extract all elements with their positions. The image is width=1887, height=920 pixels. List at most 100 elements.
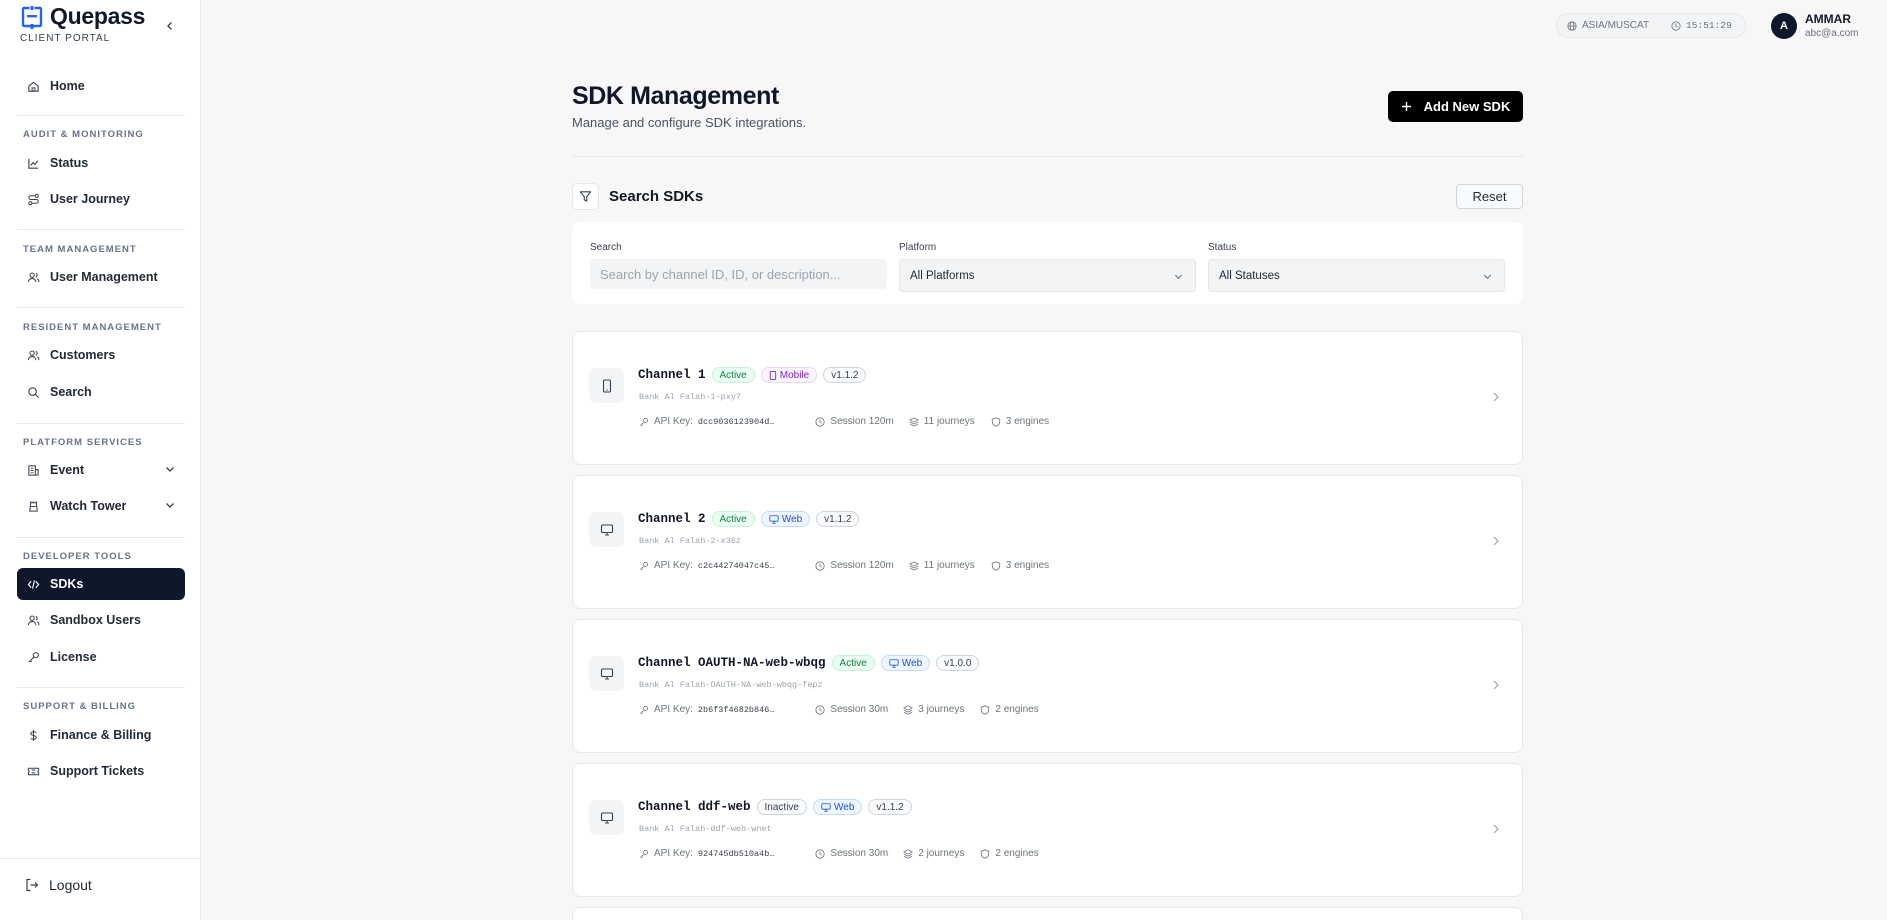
engines: 3 engines bbox=[991, 416, 1049, 427]
monitor-icon bbox=[889, 658, 899, 668]
sdk-card[interactable]: Channel 2 Active Web v1.1.2 Bank Al Fala… bbox=[572, 475, 1523, 609]
sidebar-item-customers[interactable]: Customers bbox=[17, 339, 185, 371]
add-new-sdk-button[interactable]: Add New SDK bbox=[1388, 91, 1523, 122]
session-label: Session 30m bbox=[830, 848, 889, 859]
filters-title: Search SDKs bbox=[609, 188, 704, 205]
monitor-icon bbox=[589, 512, 624, 547]
divider bbox=[17, 229, 185, 230]
ticket-icon bbox=[27, 765, 40, 778]
search-input[interactable] bbox=[590, 259, 887, 289]
platform-select-value: All Platforms bbox=[910, 269, 975, 282]
divider bbox=[0, 858, 201, 859]
divider bbox=[17, 307, 185, 308]
quepass-logo-icon bbox=[20, 4, 44, 29]
divider bbox=[17, 687, 185, 688]
api-key-label: API Key: bbox=[654, 416, 693, 427]
platform-badge: Web bbox=[760, 511, 811, 527]
sidebar-item-label: Search bbox=[50, 385, 92, 399]
users-icon bbox=[27, 614, 40, 627]
layers-icon bbox=[908, 416, 919, 427]
chevron-down-icon bbox=[1483, 272, 1492, 281]
sidebar-item-watch-tower[interactable]: Watch Tower bbox=[17, 490, 185, 522]
section-label-resident: RESIDENT MANAGEMENT bbox=[23, 322, 162, 333]
sidebar-item-finance-billing[interactable]: Finance & Billing bbox=[17, 719, 185, 751]
sidebar-item-sandbox-users[interactable]: Sandbox Users bbox=[17, 604, 185, 636]
monitor-icon bbox=[769, 514, 779, 524]
page-subtitle: Manage and configure SDK integrations. bbox=[572, 115, 807, 130]
brand-subtitle: CLIENT PORTAL bbox=[20, 33, 111, 44]
sidebar-item-user-journey[interactable]: User Journey bbox=[17, 183, 185, 215]
sidebar-item-support-tickets[interactable]: Support Tickets bbox=[17, 755, 185, 787]
engines-label: 3 engines bbox=[1005, 416, 1050, 427]
avatar: A bbox=[1771, 12, 1797, 39]
plus-icon bbox=[1401, 101, 1412, 112]
user-menu[interactable]: A AMMAR abc@a.com bbox=[1771, 12, 1859, 39]
sdk-card[interactable]: Channel 1 Active Mobile v1.1.2 Bank Al F… bbox=[572, 331, 1523, 465]
sdk-card-partial[interactable] bbox=[572, 907, 1523, 920]
engines: 3 engines bbox=[991, 560, 1049, 571]
add-new-sdk-label: Add New SDK bbox=[1423, 99, 1511, 114]
status-select[interactable]: All Statuses bbox=[1208, 259, 1505, 292]
sdk-meta: API Key: 924745db510a4b… Session 30m 2 jo… bbox=[639, 848, 1039, 859]
sidebar-item-event[interactable]: Event bbox=[17, 454, 185, 486]
platform-select[interactable]: All Platforms bbox=[899, 259, 1196, 292]
session: Session 30m bbox=[815, 848, 888, 859]
sidebar-item-search[interactable]: Search bbox=[17, 376, 185, 408]
version-badge: v1.1.2 bbox=[868, 799, 912, 815]
sidebar: Quepass CLIENT PORTAL Home AUDIT & MONIT… bbox=[0, 0, 201, 920]
dollar-icon bbox=[27, 729, 40, 742]
status-badge: Active bbox=[711, 511, 755, 527]
journeys-label: 11 journeys bbox=[923, 416, 975, 427]
logout-button[interactable]: Logout bbox=[25, 877, 92, 893]
chevron-down-icon bbox=[165, 500, 175, 510]
time-label: 15:51:29 bbox=[1686, 20, 1732, 31]
clock: 15:51:29 bbox=[1671, 20, 1732, 31]
divider bbox=[572, 156, 1523, 157]
sdk-name: Channel OAUTH-NA-web-wbqg bbox=[638, 656, 826, 670]
sdk-card[interactable]: Channel ddf-web Inactive Web v1.1.2 Bank… bbox=[572, 763, 1523, 897]
sdk-name: Channel ddf-web bbox=[638, 800, 751, 814]
sidebar-item-user-management[interactable]: User Management bbox=[17, 261, 185, 293]
key-icon bbox=[639, 849, 649, 858]
shield-icon bbox=[991, 560, 1000, 571]
sidebar-item-sdks[interactable]: SDKs bbox=[17, 568, 185, 600]
sidebar-item-label: User Management bbox=[50, 270, 158, 284]
layers-icon bbox=[903, 848, 914, 859]
clock-icon bbox=[815, 560, 826, 571]
shield-icon bbox=[991, 416, 1000, 427]
sidebar-item-label: Status bbox=[50, 156, 89, 170]
api-key: API Key: dcc9036123904d… bbox=[639, 416, 774, 427]
sidebar-item-status[interactable]: Status bbox=[17, 147, 185, 179]
sdk-card[interactable]: Channel OAUTH-NA-web-wbqg Active Web v1.… bbox=[572, 619, 1523, 753]
platform-badge-label: Mobile bbox=[779, 369, 810, 381]
search-label: Search bbox=[590, 242, 622, 253]
key-icon bbox=[639, 561, 649, 570]
platform-badge: Web bbox=[880, 655, 931, 671]
monitor-icon bbox=[589, 656, 624, 691]
version-badge: v1.0.0 bbox=[936, 655, 980, 671]
api-key-label: API Key: bbox=[654, 560, 693, 571]
sidebar-item-label: Customers bbox=[50, 348, 116, 362]
sidebar-item-label: User Journey bbox=[50, 192, 130, 206]
platform-badge-label: Web bbox=[781, 513, 803, 525]
divider bbox=[17, 115, 185, 116]
api-key-value: 2b6f3f4682b846… bbox=[697, 704, 775, 715]
reset-button[interactable]: Reset bbox=[1456, 184, 1523, 209]
sidebar-item-label: Watch Tower bbox=[50, 499, 127, 513]
chevron-right-icon bbox=[1492, 824, 1500, 834]
platform-badge-label: Web bbox=[901, 657, 923, 669]
session: Session 30m bbox=[815, 704, 888, 715]
api-key-value: 924745db510a4b… bbox=[697, 848, 775, 859]
users-icon bbox=[27, 349, 40, 362]
sidebar-item-home[interactable]: Home bbox=[17, 70, 185, 102]
clock-icon bbox=[815, 704, 826, 715]
sidebar-item-license[interactable]: License bbox=[17, 641, 185, 673]
building-icon bbox=[27, 464, 40, 477]
collapse-sidebar-button[interactable] bbox=[160, 16, 180, 36]
section-label-developer: DEVELOPER TOOLS bbox=[23, 551, 132, 562]
chevron-down-icon bbox=[1174, 272, 1183, 281]
brand[interactable]: Quepass CLIENT PORTAL bbox=[20, 3, 145, 44]
code-icon bbox=[27, 578, 40, 591]
filter-toggle-button[interactable] bbox=[572, 183, 599, 210]
api-key-value: c2c44274047c45… bbox=[697, 560, 775, 571]
